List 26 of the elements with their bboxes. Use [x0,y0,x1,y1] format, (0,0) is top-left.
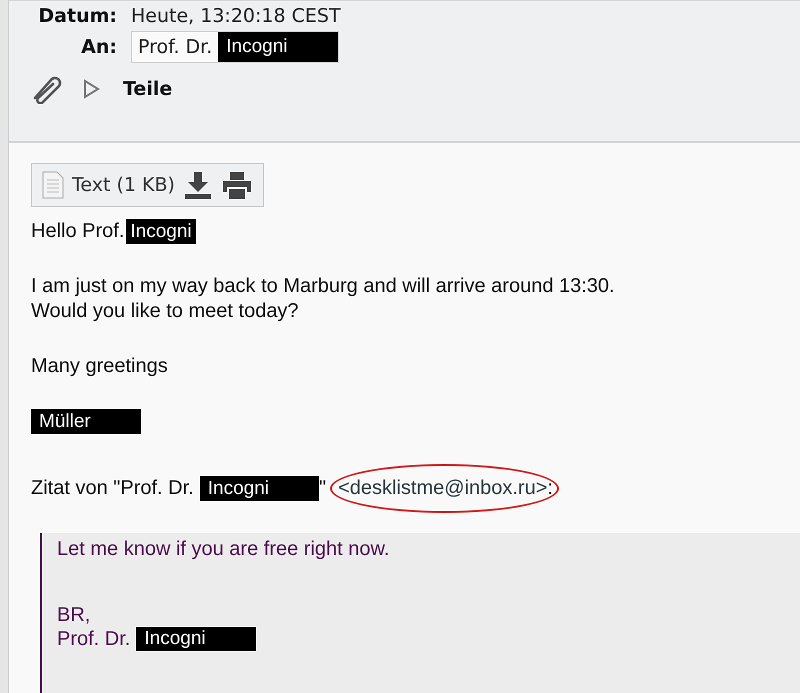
message-text: Would you like to meet today? [31,299,299,324]
download-icon[interactable] [182,170,213,200]
redacted-name: Müller [31,409,141,434]
quoted-text: Prof. Dr. [57,627,130,651]
colon-text: : [547,476,553,501]
redacted-name: Incogni [218,32,338,62]
message-text: I am just on my way back to Marburg and will arrive around 13:30. [31,274,615,299]
field-label: Datum: [37,5,117,27]
redacted-name: Incogni [126,219,196,244]
document-icon [42,171,64,199]
printer-icon[interactable] [220,170,253,200]
attachment-name[interactable]: Text (1 KB) [72,174,175,196]
collapsed-triangle-icon[interactable] [81,79,101,99]
date-value: Heute, 13:20:18 CEST [131,5,342,27]
parts-label: Teile [123,78,172,100]
recipient-field: Prof. Dr. [138,36,212,58]
quoted-text: Let me know if you are free right now. [57,537,390,561]
redacted-name: Incogni [200,476,319,501]
message-text: Hello Prof. [31,219,124,244]
redacted-name: Incogni [136,627,256,651]
message-text: Many greetings [31,354,168,379]
quote-intro: Zitat von "Prof. Dr. [31,476,194,501]
quote-mark: " [319,476,326,501]
sender-email: <desklistme@inbox.ru> [338,464,548,513]
field-label: An: [80,36,117,58]
quoted-text: BR, [57,603,90,627]
